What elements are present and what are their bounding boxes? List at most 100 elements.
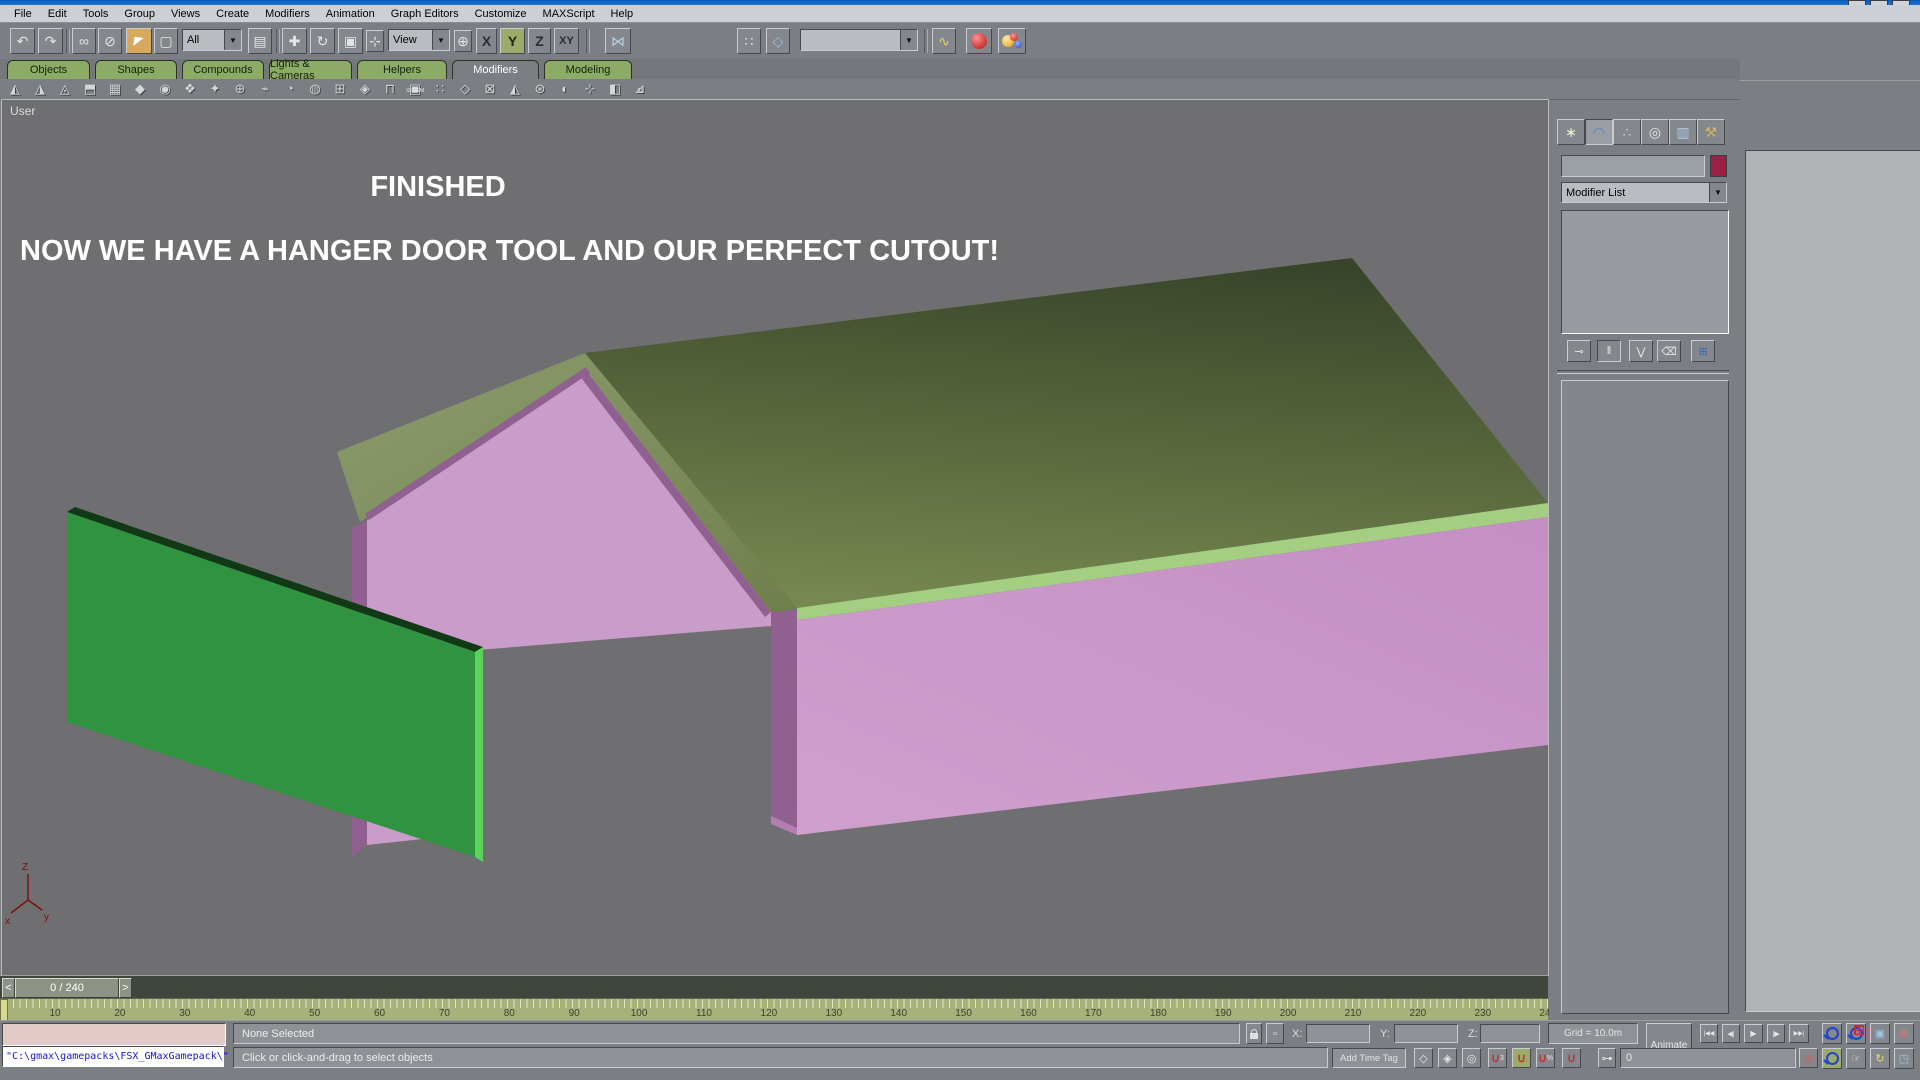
play-animation-button[interactable]: ▶ — [1744, 1024, 1763, 1043]
zoom-extents-all-button[interactable]: ⊞ — [1894, 1023, 1914, 1044]
snap-toggle-3d[interactable]: ◇ — [1414, 1048, 1433, 1068]
zoom-button[interactable] — [1822, 1023, 1842, 1044]
object-name-field[interactable] — [1561, 155, 1705, 177]
modifier-list-dropdown[interactable]: Modifier List ▼ — [1561, 182, 1727, 203]
modifier-tool-icon-22[interactable]: ⊛ — [529, 80, 551, 98]
hangar-door-right-jamb[interactable] — [771, 610, 797, 835]
modifier-tool-icon-12[interactable]: ◔ — [279, 80, 301, 98]
menu-maxscript[interactable]: MAXScript — [535, 8, 603, 20]
tab-create[interactable]: ∗ — [1557, 119, 1585, 145]
region-zoom-button[interactable] — [1822, 1048, 1842, 1069]
selection-filter-dropdown[interactable]: All ▼ — [182, 29, 242, 51]
pin-stack-button[interactable]: ⊸ — [1567, 340, 1591, 362]
menu-help[interactable]: Help — [603, 8, 642, 20]
modifier-tool-icon-10[interactable]: ⊕ — [229, 80, 251, 98]
select-by-name-button[interactable]: ▤ — [248, 28, 272, 54]
use-pivot-button[interactable]: ⊕ — [454, 30, 472, 52]
modifier-tool-icon-5[interactable]: ▦ — [104, 80, 126, 98]
modifier-tool-icon-2[interactable]: ◮ — [29, 80, 51, 98]
minmax-toggle-button[interactable]: ◳ — [1894, 1048, 1914, 1069]
array-button[interactable]: ∷ — [737, 28, 761, 54]
zoom-extents-button[interactable]: ▣ — [1870, 1023, 1890, 1044]
modifier-tool-icon-9[interactable]: ✦ — [204, 80, 226, 98]
tab-lights-cameras[interactable]: Lights & Cameras — [269, 60, 352, 79]
link-icon[interactable]: ∞ — [72, 28, 96, 54]
remove-modifier-button[interactable]: ⌫ — [1657, 340, 1681, 362]
maxscript-listener-input[interactable]: "C:\gmax\gamepacks\FSX_GMaxGamepack\" — [2, 1046, 224, 1067]
restrict-xy-plane-button[interactable]: XY — [554, 28, 579, 54]
spinner-snap-toggle[interactable]: ∪ — [1562, 1048, 1581, 1068]
modifier-tool-icon-3[interactable]: ◬ — [54, 80, 76, 98]
arc-rotate-button[interactable]: ↻ — [1870, 1048, 1890, 1069]
key-mode-toggle[interactable]: ⊶ — [1598, 1048, 1616, 1068]
user-viewport[interactable]: FINISHED NOW WE HAVE A HANGER DOOR TOOL … — [2, 100, 1548, 975]
selection-region-button[interactable]: ▢ — [154, 28, 178, 54]
viewport-label[interactable]: User — [10, 104, 35, 118]
chevron-down-icon[interactable]: ▼ — [432, 30, 449, 50]
menu-tools[interactable]: Tools — [75, 8, 117, 20]
track-bar-frame-marker[interactable] — [0, 999, 8, 1021]
scale-button[interactable]: ▣ — [338, 28, 363, 54]
modifier-tool-icon-17[interactable]: ▣XFORM — [404, 80, 426, 98]
tab-display[interactable]: ▥ — [1669, 119, 1697, 145]
modifier-tool-icon-4[interactable]: ⬒ — [79, 80, 101, 98]
move-button[interactable]: ✚ — [282, 28, 307, 54]
show-end-result-button[interactable]: ‖ — [1597, 340, 1621, 362]
selection-lock-toggle[interactable] — [1246, 1023, 1262, 1044]
time-slider-next-button[interactable]: > — [119, 978, 132, 998]
menu-modifiers[interactable]: Modifiers — [257, 8, 318, 20]
angle-snap-toggle[interactable]: ∪ — [1512, 1048, 1531, 1068]
menu-group[interactable]: Group — [116, 8, 163, 20]
modifier-tool-icon-14[interactable]: ⊞ — [329, 80, 351, 98]
percent-snap-toggle[interactable]: ∪% — [1536, 1048, 1555, 1068]
modifier-tool-icon-21[interactable]: ◭ — [504, 80, 526, 98]
menu-file[interactable]: File — [6, 8, 40, 20]
modifier-tool-icon-8[interactable]: ❖ — [179, 80, 201, 98]
go-to-end-button[interactable]: ▶▶| — [1789, 1024, 1809, 1043]
snap-toggle-25d[interactable]: ◈ — [1438, 1048, 1457, 1068]
undo-icon[interactable]: ↶ — [10, 28, 35, 54]
pan-view-button[interactable]: ☞ — [1846, 1048, 1866, 1069]
restrict-y-button[interactable]: Y — [500, 28, 525, 54]
next-frame-button[interactable]: |▶ — [1767, 1024, 1785, 1043]
modifier-tool-icon-13[interactable]: ◍ — [304, 80, 326, 98]
mirror-button[interactable]: ⋈ — [605, 28, 631, 54]
menu-graph-editors[interactable]: Graph Editors — [383, 8, 467, 20]
chevron-down-icon[interactable]: ▼ — [900, 30, 917, 50]
modifier-stack-list[interactable] — [1561, 210, 1729, 334]
rotate-button[interactable]: ↻ — [310, 28, 335, 54]
modifier-tool-icon-11[interactable]: ⌁ — [254, 80, 276, 98]
restrict-x-button[interactable]: X — [476, 28, 497, 54]
previous-frame-button[interactable]: ◀| — [1722, 1024, 1740, 1043]
restrict-z-button[interactable]: Z — [528, 28, 551, 54]
coord-y-field[interactable] — [1394, 1024, 1458, 1043]
add-time-tag[interactable]: Add Time Tag — [1332, 1048, 1406, 1068]
named-selection-dropdown[interactable]: ▼ — [800, 29, 918, 51]
modifier-tool-icon-16[interactable]: ⊓ — [379, 80, 401, 98]
tab-shapes[interactable]: Shapes — [95, 60, 177, 79]
tab-objects[interactable]: Objects — [7, 60, 90, 79]
maxscript-listener-macro-line[interactable] — [2, 1023, 226, 1046]
tab-compounds[interactable]: Compounds — [182, 60, 264, 79]
modifier-tool-icon-15[interactable]: ◈ — [354, 80, 376, 98]
zoom-all-button[interactable] — [1846, 1023, 1866, 1044]
modifier-tool-icon-23[interactable]: ◐ — [554, 80, 576, 98]
tab-modifiers[interactable]: Modifiers — [452, 60, 539, 79]
make-unique-button[interactable]: ⋁ — [1629, 340, 1653, 362]
menu-animation[interactable]: Animation — [318, 8, 383, 20]
snap-toggle-button[interactable]: ∪3 — [1488, 1048, 1507, 1068]
reference-coordinate-dropdown[interactable]: View ▼ — [388, 29, 450, 51]
align-button[interactable]: ◇ — [766, 28, 790, 54]
tab-modeling[interactable]: Modeling — [544, 60, 632, 79]
coord-z-field[interactable] — [1480, 1024, 1540, 1043]
material-editor-button[interactable] — [998, 28, 1026, 54]
chevron-down-icon[interactable]: ▼ — [1709, 183, 1726, 202]
absolute-offset-toggle[interactable]: ▫ — [1266, 1023, 1284, 1044]
modifier-tool-icon-6[interactable]: ◆ — [129, 80, 151, 98]
modifier-tool-icon-1[interactable]: ◭ — [4, 80, 26, 98]
select-object-button[interactable]: ◤ — [126, 28, 152, 54]
manipulate-button[interactable]: ⊹ — [366, 30, 384, 52]
render-button[interactable] — [966, 28, 992, 54]
menu-views[interactable]: Views — [163, 8, 208, 20]
modifier-tool-icon-18[interactable]: ∷ — [429, 80, 451, 98]
